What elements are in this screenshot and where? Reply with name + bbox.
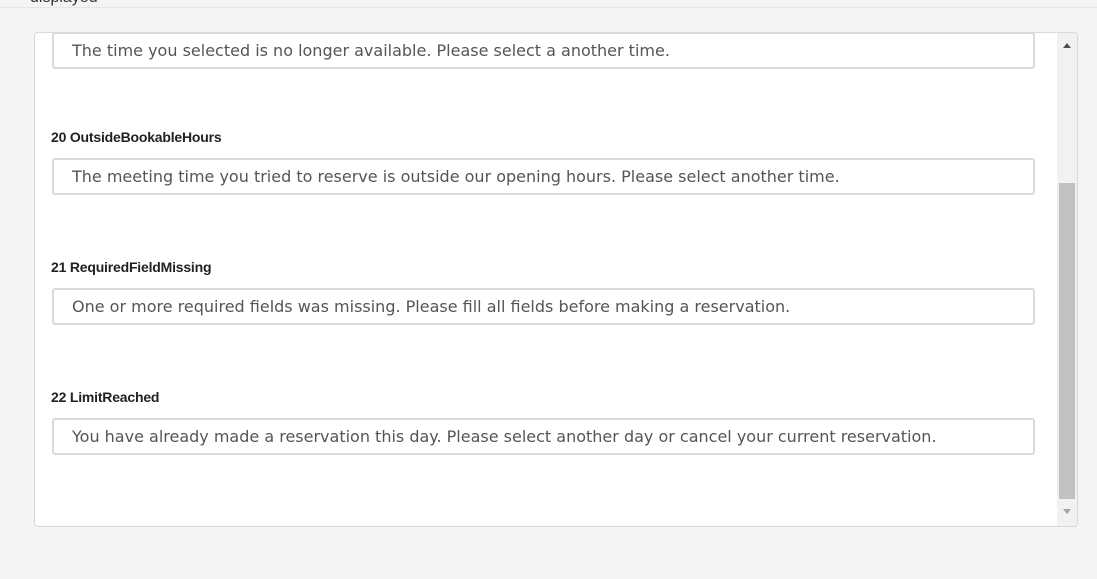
messages-list: 20 OutsideBookableHours 21 RequiredField… <box>35 33 1057 526</box>
message-label-21: 21 RequiredFieldMissing <box>51 259 212 275</box>
message-input-22[interactable] <box>52 418 1035 455</box>
message-input-19[interactable] <box>52 33 1035 69</box>
message-input-21[interactable] <box>52 288 1035 325</box>
message-label-20: 20 OutsideBookableHours <box>51 129 222 145</box>
message-input-20[interactable] <box>52 158 1035 195</box>
scroll-up-arrow-icon[interactable] <box>1063 43 1071 48</box>
divider <box>0 7 1097 8</box>
scrollbar-thumb[interactable] <box>1059 183 1075 499</box>
section-description: displayed <box>30 0 98 7</box>
vertical-scrollbar[interactable] <box>1057 33 1077 526</box>
scroll-down-arrow-icon[interactable] <box>1063 509 1071 514</box>
messages-panel[interactable]: 20 OutsideBookableHours 21 RequiredField… <box>34 32 1078 527</box>
message-label-22: 22 LimitReached <box>51 389 160 405</box>
